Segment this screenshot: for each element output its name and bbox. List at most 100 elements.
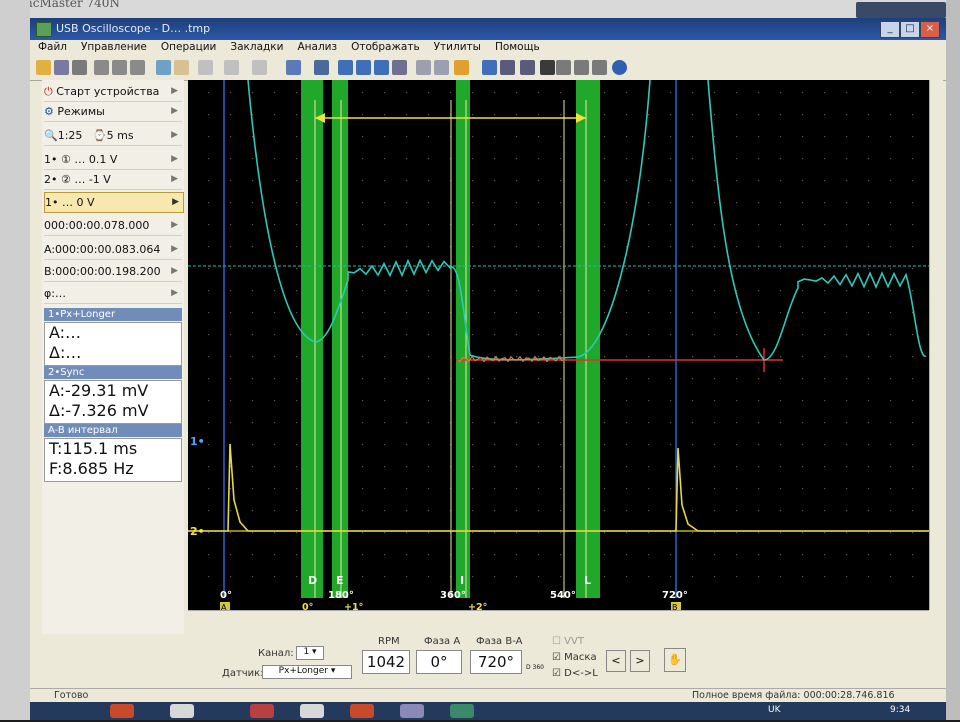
cursor-b-row[interactable]: B:000:00:00.198.200 ▶ bbox=[44, 262, 182, 282]
check-icon[interactable] bbox=[338, 60, 353, 75]
screen: USB Oscilloscope - D… .tmp _ □ × Файл Упр… bbox=[30, 18, 946, 708]
measure-1-header: 1•Px+Longer bbox=[44, 308, 182, 321]
print-icon[interactable] bbox=[72, 60, 87, 75]
cursor-a-tag-label: A bbox=[221, 603, 227, 610]
channel-1-row[interactable]: 1• ① … 0.1 V ▶ bbox=[44, 150, 182, 170]
oscilloscope-display[interactable]: 1• 2• D E I L 0° 180° 360° 540° 720° 0° … bbox=[188, 80, 929, 610]
chevron-right-icon: ▶ bbox=[171, 106, 178, 116]
hand-icon[interactable]: ✋ bbox=[664, 648, 686, 672]
open-icon[interactable] bbox=[36, 60, 51, 75]
offset-1-label: +1° bbox=[344, 602, 363, 610]
sensor-select[interactable]: Px+Longer ▾ bbox=[262, 665, 352, 679]
next-button[interactable]: > bbox=[630, 650, 650, 672]
filter-icon[interactable] bbox=[286, 60, 301, 75]
zoom-fit-icon[interactable] bbox=[416, 60, 431, 75]
channel-2-row[interactable]: 2• ② … -1 V ▶ bbox=[44, 170, 182, 190]
menu-control[interactable]: Управление bbox=[73, 40, 153, 53]
channel-select[interactable]: 1 ▾ bbox=[296, 646, 324, 660]
offset-0-label: 0° bbox=[302, 602, 313, 610]
prev-button[interactable]: < bbox=[606, 650, 626, 672]
paste-icon[interactable] bbox=[112, 60, 127, 75]
start-device-button[interactable]: ⏻ Старт устройства ▶ bbox=[44, 82, 182, 102]
menu-utilities[interactable]: Утилиты bbox=[426, 40, 487, 53]
taskbar-app-6[interactable] bbox=[400, 704, 424, 718]
document-icon[interactable] bbox=[392, 60, 407, 75]
phase-row[interactable]: φ:… ▶ bbox=[44, 284, 182, 304]
degree-360-label: 360° bbox=[440, 590, 466, 601]
wave-select-icon[interactable] bbox=[224, 60, 239, 75]
modes-button[interactable]: ⚙ Режимы ▶ bbox=[44, 102, 182, 122]
delay-row[interactable]: 000:00:00.078.000 ▶ bbox=[44, 216, 182, 236]
play-icon[interactable] bbox=[482, 60, 497, 75]
record-icon[interactable] bbox=[520, 60, 535, 75]
scale-row[interactable]: 🔍1:25 ⌚5 ms ▶ bbox=[44, 126, 182, 146]
timebase-icon: ⌚ bbox=[92, 129, 107, 142]
menu-bookmarks[interactable]: Закладки bbox=[222, 40, 289, 53]
taskbar-app-4[interactable] bbox=[300, 704, 324, 718]
monitor-bezel-right bbox=[946, 0, 960, 720]
zoom-icon[interactable] bbox=[434, 60, 449, 75]
taskbar: UK 9:34 bbox=[30, 702, 946, 720]
marker-icon[interactable] bbox=[314, 60, 329, 75]
channel-2-waveform bbox=[188, 443, 929, 532]
check-next-icon[interactable] bbox=[374, 60, 389, 75]
copy-icon[interactable] bbox=[94, 60, 109, 75]
taskbar-app-1[interactable] bbox=[110, 704, 134, 718]
close-button[interactable]: × bbox=[920, 21, 940, 38]
power-icon: ⏻ bbox=[44, 85, 53, 98]
chevron-right-icon: ▶ bbox=[171, 244, 178, 254]
taskbar-app-2[interactable] bbox=[170, 704, 194, 718]
wave-icon[interactable] bbox=[198, 60, 213, 75]
menu-operations[interactable]: Операции bbox=[153, 40, 222, 53]
marker-d-label: D bbox=[308, 574, 317, 587]
layout-icon[interactable] bbox=[574, 60, 589, 75]
taskbar-app-7[interactable] bbox=[450, 704, 474, 718]
menu-help[interactable]: Помощь bbox=[487, 40, 546, 53]
menu-file[interactable]: Файл bbox=[30, 40, 73, 53]
save-icon[interactable] bbox=[54, 60, 69, 75]
phase-a-value[interactable]: 0° bbox=[416, 650, 462, 674]
taskbar-app-3[interactable] bbox=[250, 704, 274, 718]
help-icon[interactable] bbox=[612, 60, 627, 75]
vertical-scrollbar[interactable] bbox=[929, 80, 943, 610]
check-all-icon[interactable] bbox=[356, 60, 371, 75]
maximize-button[interactable]: □ bbox=[900, 21, 920, 38]
vvt-checkbox[interactable]: ☐ VVT bbox=[552, 636, 584, 647]
measure-1-a: A:… bbox=[49, 323, 82, 342]
trigger-row[interactable]: 1• … 0 V ▶ bbox=[44, 192, 184, 213]
cursor-icon[interactable] bbox=[156, 60, 171, 75]
chevron-right-icon: ▶ bbox=[171, 174, 178, 184]
phase-ba-value[interactable]: 720° bbox=[470, 650, 522, 674]
language-indicator[interactable]: UK bbox=[768, 705, 781, 715]
wave-edit-icon[interactable] bbox=[252, 60, 267, 75]
menu-display[interactable]: Отображать bbox=[343, 40, 426, 53]
display-mode-icon[interactable] bbox=[540, 60, 555, 75]
ruler-icon[interactable] bbox=[174, 60, 189, 75]
marker-l-label: L bbox=[584, 574, 591, 587]
chevron-right-icon: ▶ bbox=[171, 288, 178, 298]
d-l-checkbox[interactable]: ☑ D<->L bbox=[552, 668, 598, 679]
status-bar: Готово Полное время файла: 000:00:28.746… bbox=[30, 688, 946, 703]
folder-marks-icon[interactable] bbox=[454, 60, 469, 75]
menu-analysis[interactable]: Анализ bbox=[289, 40, 343, 53]
degree-540-label: 540° bbox=[550, 590, 576, 601]
cursor-b-tag-label: B bbox=[672, 603, 678, 610]
range-button[interactable]: D 360 L bbox=[524, 650, 546, 707]
chevron-right-icon: ▶ bbox=[172, 197, 179, 207]
channel-1-label: 1• bbox=[190, 435, 205, 448]
minimize-button[interactable]: _ bbox=[880, 21, 900, 38]
degree-720-label: 720° bbox=[662, 590, 688, 601]
step-icon[interactable] bbox=[500, 60, 515, 75]
taskbar-app-5[interactable] bbox=[350, 704, 374, 718]
mask-checkbox[interactable]: ☑ Маска bbox=[552, 652, 597, 663]
interval-box: T:115.1 ms F:8.685 Hz bbox=[44, 438, 182, 482]
view-icon[interactable] bbox=[556, 60, 571, 75]
marker-band-d bbox=[301, 80, 323, 598]
pointer-icon[interactable] bbox=[130, 60, 145, 75]
chevron-right-icon: ▶ bbox=[171, 130, 178, 140]
chevron-right-icon: ▶ bbox=[171, 86, 178, 96]
horizontal-scrollbar[interactable] bbox=[188, 610, 929, 623]
rpm-label: RPM bbox=[378, 636, 400, 647]
cursor-a-row[interactable]: A:000:00:00.083.064 ▶ bbox=[44, 240, 182, 260]
grid-icon[interactable] bbox=[592, 60, 607, 75]
